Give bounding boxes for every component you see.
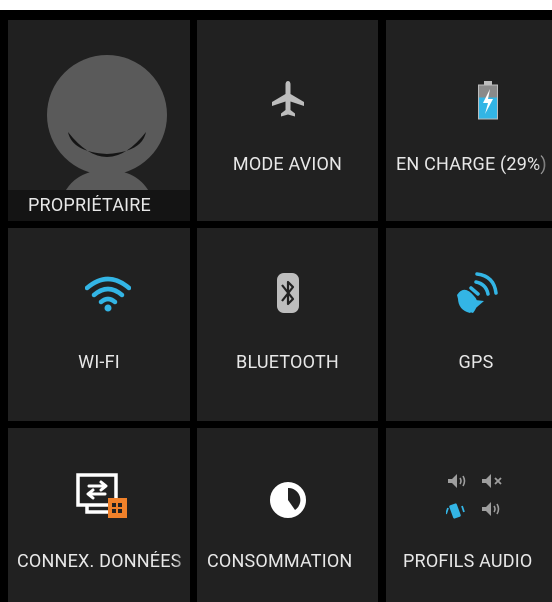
tile-data-connection[interactable]: CONNEX. DONNÉES bbox=[8, 428, 190, 602]
tile-owner[interactable]: PROPRIÉTAIRE bbox=[8, 20, 190, 221]
tile-owner-label: PROPRIÉTAIRE bbox=[28, 195, 151, 216]
tile-gps-label: GPS bbox=[458, 352, 494, 373]
tile-bluetooth-label: BLUETOOTH bbox=[236, 352, 339, 373]
tile-data-usage[interactable]: CONSOMMATION bbox=[197, 428, 378, 602]
tile-wifi-label: WI-FI bbox=[78, 352, 120, 373]
data-usage-icon bbox=[269, 482, 306, 518]
tile-audio-profiles[interactable]: PROFILS AUDIO bbox=[386, 428, 552, 602]
bluetooth-icon bbox=[276, 273, 299, 313]
wifi-icon bbox=[85, 276, 131, 312]
tile-battery[interactable]: EN CHARGE (29%) bbox=[386, 20, 552, 221]
tile-audio-label: PROFILS AUDIO bbox=[403, 551, 552, 572]
tile-airplane-mode[interactable]: MODE AVION bbox=[197, 20, 378, 221]
tile-airplane-label: MODE AVION bbox=[232, 154, 343, 175]
tile-usage-label: CONSOMMATION bbox=[207, 551, 378, 572]
tile-data-label: CONNEX. DONNÉES bbox=[17, 551, 190, 572]
tile-bluetooth[interactable]: BLUETOOTH bbox=[197, 228, 378, 421]
gps-satellite-icon bbox=[457, 272, 498, 313]
battery-charging-icon bbox=[478, 81, 498, 120]
quick-settings-panel: PROPRIÉTAIRE MODE AVION EN CHARGE (29%) … bbox=[0, 10, 552, 602]
data-connection-icon bbox=[76, 473, 127, 518]
audio-profiles-icon bbox=[446, 474, 502, 519]
airplane-icon bbox=[271, 81, 304, 117]
tile-battery-label: EN CHARGE (29%) bbox=[396, 154, 552, 175]
tile-wifi[interactable]: WI-FI bbox=[8, 228, 190, 421]
tile-gps[interactable]: GPS bbox=[386, 228, 552, 421]
